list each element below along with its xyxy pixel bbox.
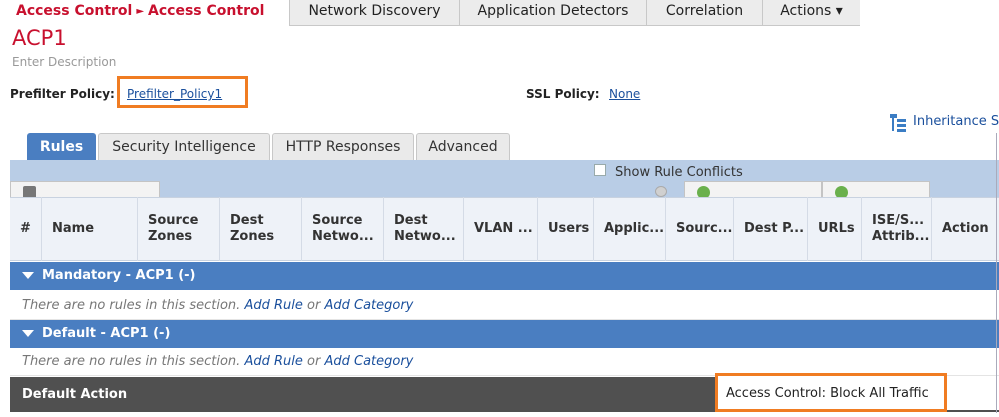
filter-icon — [23, 186, 36, 197]
ssl-policy-label: SSL Policy: — [526, 87, 600, 101]
or-text: or — [307, 298, 321, 313]
ssl-policy-link[interactable]: None — [609, 87, 640, 101]
column-header-label: Netwo... — [394, 229, 456, 244]
add-rule-button[interactable] — [822, 181, 930, 197]
tab-security-intelligence[interactable]: Security Intelligence — [98, 133, 270, 160]
column-header-label: Zones — [230, 229, 275, 244]
add-rule-link[interactable]: Add Rule — [244, 298, 302, 313]
prefilter-policy-link[interactable]: Prefilter_Policy1 — [127, 87, 222, 101]
column-header-label: Source — [148, 213, 199, 228]
column-header-dest-networks[interactable]: Dest Netwo... — [384, 197, 464, 261]
inheritance-icon — [890, 114, 906, 132]
column-header-source-zones[interactable]: Source Zones — [138, 197, 220, 261]
breadcrumb-separator-icon: ► — [136, 6, 145, 17]
column-header-label: Dest — [394, 213, 428, 228]
column-header-urls[interactable]: URLs — [808, 197, 862, 261]
prefilter-policy-label: Prefilter Policy: — [10, 87, 115, 101]
column-header-number: # — [10, 197, 42, 261]
column-header-source-networks[interactable]: Source Netwo... — [302, 197, 384, 261]
tab-http-responses[interactable]: HTTP Responses — [272, 133, 414, 160]
tab-correlation[interactable]: Correlation — [646, 0, 762, 26]
column-header-label: Zones — [148, 229, 193, 244]
add-rule-link[interactable]: Add Rule — [244, 354, 302, 369]
tab-network-discovery[interactable]: Network Discovery — [289, 0, 459, 26]
tab-application-detectors[interactable]: Application Detectors — [459, 0, 646, 26]
section-title: Default - ACP1 (-) — [42, 326, 171, 341]
list-item-empty-default: There are no rules in this section. Add … — [10, 348, 999, 376]
column-header-label: Dest — [230, 213, 264, 228]
column-header-label: Source — [312, 213, 363, 228]
or-text: or — [307, 354, 321, 369]
filter-by-device-button[interactable] — [10, 181, 160, 197]
column-header-dest-zones[interactable]: Dest Zones — [220, 197, 302, 261]
section-header-default[interactable]: Default - ACP1 (-) — [10, 320, 999, 348]
panel-border — [996, 133, 997, 413]
add-category-link[interactable]: Add Category — [324, 298, 413, 313]
column-header-applications[interactable]: Applic... — [594, 197, 666, 261]
section-header-mandatory[interactable]: Mandatory - ACP1 (-) — [10, 262, 999, 290]
list-item-empty-mandatory: There are no rules in this section. Add … — [10, 292, 999, 320]
tab-rules[interactable]: Rules — [27, 133, 96, 160]
tab-advanced[interactable]: Advanced — [416, 133, 510, 160]
add-category-button[interactable] — [684, 181, 822, 197]
column-header-name[interactable]: Name — [42, 197, 138, 261]
column-header-action[interactable]: Action — [932, 197, 999, 261]
top-nav: Access Control ► Access Control Network Di… — [0, 0, 999, 26]
page-title: ACP1 — [12, 26, 67, 50]
column-header-label: ISE/S... — [872, 213, 925, 228]
tab-actions-menu[interactable]: Actions ▾ — [762, 0, 860, 26]
add-icon — [697, 186, 710, 197]
column-header-vlan[interactable]: VLAN ... — [464, 197, 538, 261]
column-header-ise-attributes[interactable]: ISE/S... Attrib... — [862, 197, 932, 261]
breadcrumb-item-access-control[interactable]: Access Control — [16, 3, 132, 19]
empty-message: There are no rules in this section. — [22, 354, 241, 369]
breadcrumb-item-access-control-current[interactable]: Access Control — [148, 3, 264, 19]
column-header-label: Attrib... — [872, 229, 930, 244]
empty-message: There are no rules in this section. — [22, 298, 241, 313]
column-header-label: Netwo... — [312, 229, 374, 244]
show-rule-conflicts-label: Show Rule Conflicts — [615, 165, 743, 180]
collapse-caret-icon[interactable] — [22, 272, 34, 279]
collapse-caret-icon[interactable] — [22, 330, 34, 337]
breadcrumb: Access Control ► Access Control — [0, 0, 289, 26]
column-header-dest-ports[interactable]: Dest P... — [734, 197, 808, 261]
section-title: Mandatory - ACP1 (-) — [42, 268, 196, 283]
add-icon — [835, 186, 848, 197]
inheritance-settings-link[interactable]: Inheritance S — [913, 114, 999, 129]
default-action-value: Access Control: Block All Traffic — [726, 386, 929, 401]
description-field[interactable]: Enter Description — [12, 55, 116, 69]
warning-icon — [655, 186, 667, 197]
add-category-link[interactable]: Add Category — [324, 354, 413, 369]
show-rule-conflicts-checkbox[interactable] — [594, 164, 606, 176]
column-header-source-ports[interactable]: Sourc... — [666, 197, 734, 261]
default-action-label: Default Action — [22, 387, 128, 402]
column-header-users[interactable]: Users — [538, 197, 594, 261]
